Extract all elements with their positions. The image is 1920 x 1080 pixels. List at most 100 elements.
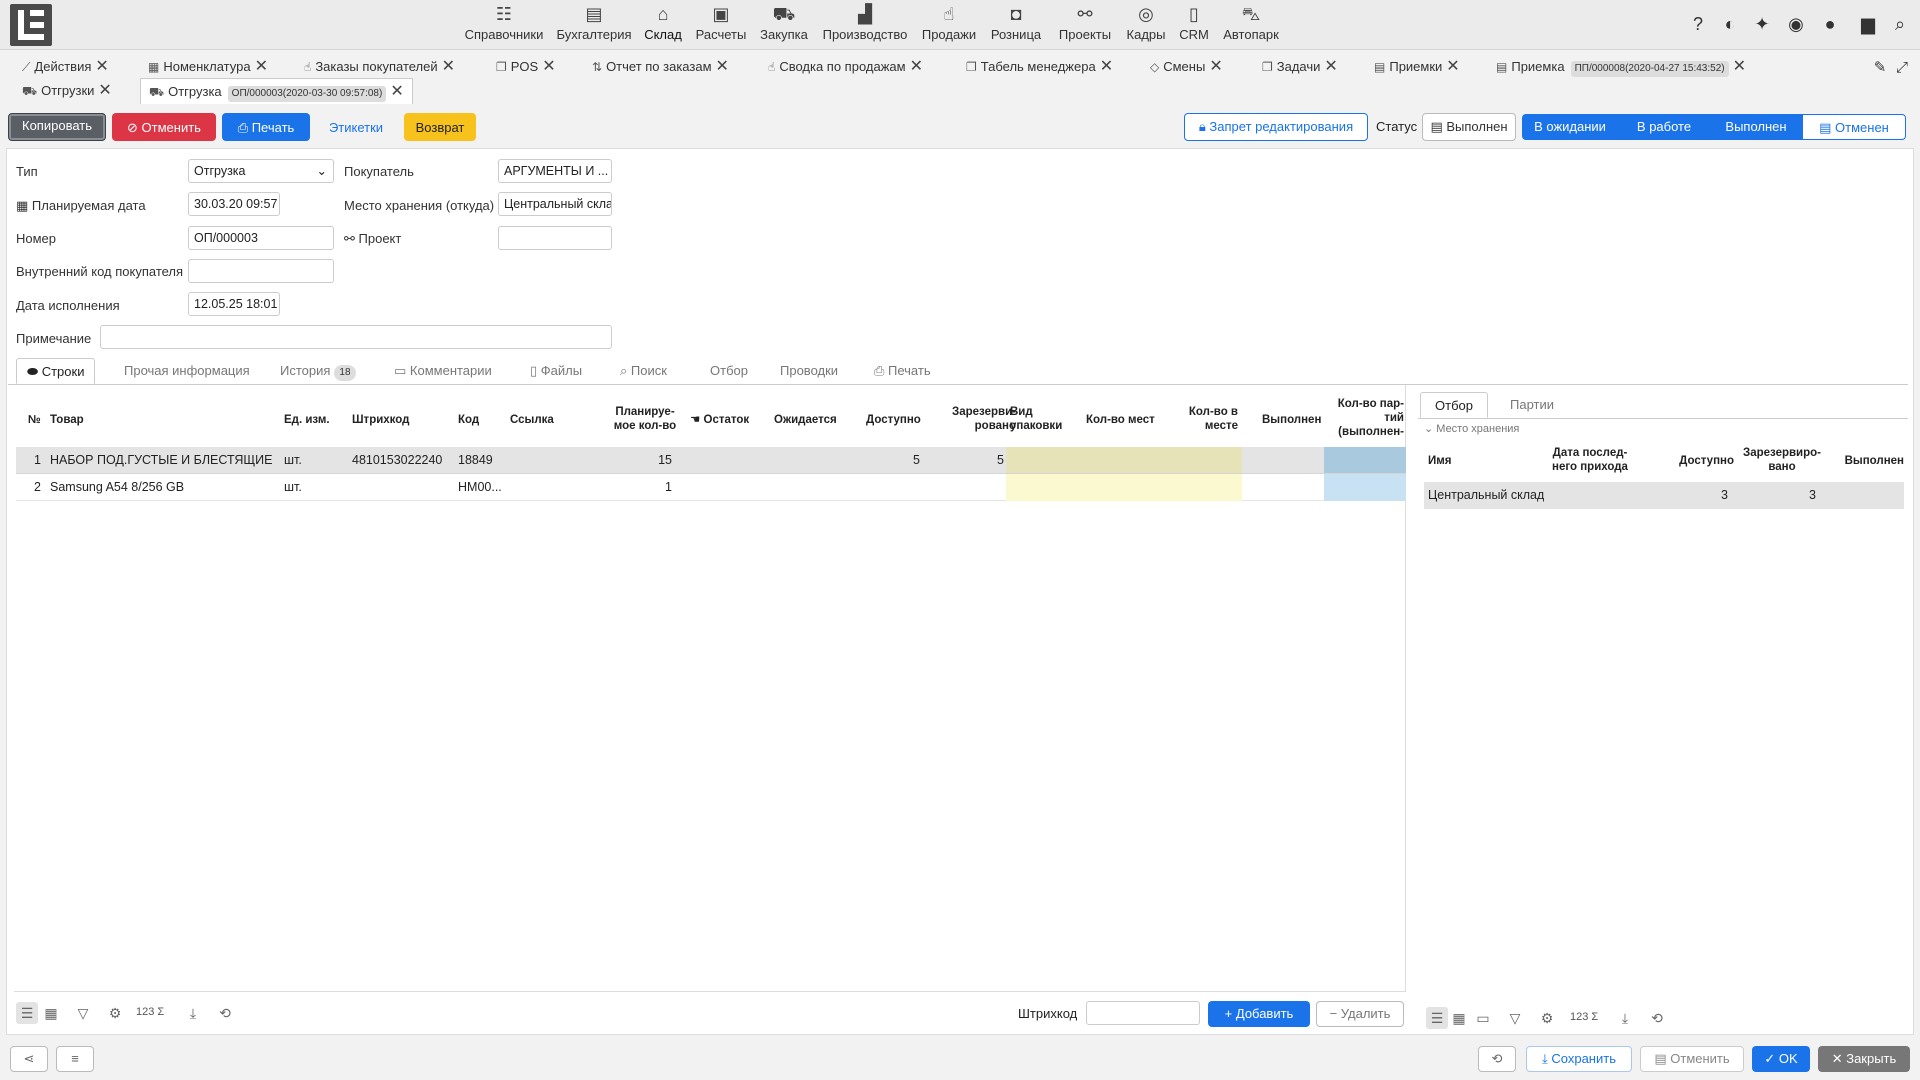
return-button[interactable]: Возврат	[404, 113, 476, 141]
pencil-icon[interactable]: ✎	[1868, 56, 1892, 80]
number-input[interactable]: ОП/000003	[188, 226, 334, 250]
sliders-icon[interactable]: ≡	[56, 1046, 94, 1072]
editable-cell[interactable]	[1006, 474, 1242, 501]
subtab-lines[interactable]: ⬬ Строки	[16, 358, 96, 384]
rtab-batches[interactable]: Партии	[1510, 392, 1554, 418]
tab-receipts[interactable]: ▤ Приемки ✕	[1374, 56, 1460, 78]
col-num[interactable]: №	[28, 413, 41, 427]
sum-icon[interactable]: 123 Σ	[136, 1006, 164, 1018]
close-icon[interactable]: ✕	[1324, 58, 1337, 75]
subtab-history[interactable]: История 18	[280, 358, 356, 384]
table-row[interactable]: 2 Samsung A54 8/256 GB шт. НМ00... 1	[16, 474, 1406, 501]
project-input[interactable]	[498, 226, 612, 250]
pin-icon[interactable]: ✦	[1750, 12, 1774, 36]
subtab-other-info[interactable]: Прочая информация	[124, 358, 250, 384]
status-step-waiting[interactable]: В ожидании	[1522, 114, 1618, 140]
subtab-search[interactable]: ⌕ Поиск	[620, 358, 667, 384]
tab-actions[interactable]: ⟋ Действия ✕	[22, 56, 109, 78]
close-icon[interactable]: ✕	[390, 83, 403, 100]
col-batches[interactable]: Кол-во пар-тий (выполнен-	[1330, 397, 1404, 439]
buyer-input[interactable]: АРГУМЕНТЫ И ...	[498, 159, 612, 183]
col-code[interactable]: Код	[458, 413, 479, 427]
search-icon[interactable]: ⌕	[1888, 12, 1912, 36]
col-expected[interactable]: Ожидается	[774, 413, 837, 427]
refresh-icon[interactable]: ⟲	[1646, 1007, 1668, 1029]
note-input[interactable]	[100, 325, 612, 349]
col-unit[interactable]: Ед. изм.	[284, 413, 330, 427]
rcol-last-receipt[interactable]: Дата послед-него прихода	[1548, 446, 1632, 474]
menu-retail[interactable]: ◘ Розница	[988, 2, 1044, 48]
subtab-comments[interactable]: ▭ Комментарии	[394, 358, 492, 384]
storage-input[interactable]: Центральный скла	[498, 192, 612, 216]
fullscreen-icon[interactable]: ⤢	[1890, 56, 1914, 80]
subtab-files[interactable]: ▯ Файлы	[530, 358, 582, 384]
menu-projects[interactable]: ⚯ Проекты	[1054, 2, 1116, 48]
filter-icon[interactable]: ▽	[72, 1002, 94, 1024]
col-reserved[interactable]: Зарезерви-ровано	[936, 405, 1016, 433]
close-icon[interactable]: ✕	[542, 58, 555, 75]
settings-icon[interactable]: ⚙	[1536, 1007, 1558, 1029]
cancel-button[interactable]: ▤ Отменить	[1640, 1046, 1744, 1072]
help-icon[interactable]: ?	[1686, 12, 1710, 36]
tab-shipments[interactable]: ⛟ Отгрузки ✕	[22, 80, 112, 102]
menu-payments[interactable]: ▣ Расчеты	[694, 2, 748, 48]
tab-pos[interactable]: ❐ POS ✕	[496, 56, 556, 78]
col-available[interactable]: Доступно	[866, 413, 921, 427]
share-icon[interactable]: ⋖	[10, 1046, 48, 1072]
batches-cell[interactable]	[1324, 474, 1406, 501]
close-icon[interactable]: ✕	[910, 58, 923, 75]
col-pack-type[interactable]: Вид упаковки	[1010, 405, 1062, 433]
tab-tasks[interactable]: ❐ Задачи ✕	[1262, 56, 1338, 78]
rcol-name[interactable]: Имя	[1428, 454, 1451, 468]
settings-icon[interactable]: ⚙	[104, 1002, 126, 1024]
tab-shipment-active[interactable]: ⛟ Отгрузка ОП/000003(2020-03-30 09:57:08) ✕	[140, 78, 413, 104]
rcol-reserved[interactable]: Зарезервиро-вано	[1736, 446, 1828, 474]
subtab-print[interactable]: ⎙ Печать	[874, 358, 931, 384]
menu-directories[interactable]: ☷ Справочники	[462, 2, 546, 48]
cancel-doc-button[interactable]: ⊘ Отменить	[112, 113, 216, 141]
tab-orders-report[interactable]: ⇅ Отчет по заказам ✕	[592, 56, 729, 78]
copy-button[interactable]: Копировать	[8, 113, 106, 141]
col-in-place[interactable]: Кол-во в месте	[1174, 405, 1238, 433]
list-view-icon[interactable]: ☰	[1426, 1007, 1448, 1029]
close-icon[interactable]: ✕	[98, 82, 111, 99]
group-storage[interactable]: ⌄ Место хранения	[1424, 422, 1519, 435]
contrast-icon[interactable]: ◐	[1718, 12, 1742, 36]
tab-nomenclature[interactable]: ▦ Номенклатура ✕	[148, 56, 268, 78]
refresh-button[interactable]: ⟲	[1478, 1046, 1516, 1072]
exec-date-input[interactable]: 12.05.25 18:01	[188, 292, 280, 316]
table-row[interactable]: Центральный склад 3 3	[1424, 482, 1904, 509]
calendar-view-icon[interactable]: ▭	[1472, 1007, 1494, 1029]
barcode-input[interactable]	[1086, 1001, 1200, 1025]
save-button[interactable]: ⤓ Сохранить	[1526, 1046, 1632, 1072]
menu-crm[interactable]: ▯ CRM	[1176, 2, 1212, 48]
list-view-icon[interactable]: ☰	[16, 1002, 38, 1024]
grid-view-icon[interactable]: ▦	[1448, 1007, 1470, 1029]
close-icon[interactable]: ✕	[1100, 58, 1113, 75]
col-places[interactable]: Кол-во мест	[1086, 413, 1155, 427]
chat-icon[interactable]: ●	[1818, 12, 1842, 36]
editable-cell[interactable]	[1006, 447, 1242, 474]
planned-date-input[interactable]: 30.03.20 09:57	[188, 192, 280, 216]
menu-purchase[interactable]: ⛟ Закупка	[758, 2, 810, 48]
filter-icon[interactable]: ▽	[1504, 1007, 1526, 1029]
close-icon[interactable]: ✕	[442, 58, 455, 75]
sum-icon[interactable]: 123 Σ	[1570, 1011, 1598, 1023]
menu-accounting[interactable]: ▤ Бухгалтерия	[556, 2, 632, 48]
close-button[interactable]: ✕ Закрыть	[1818, 1046, 1910, 1072]
rcol-done[interactable]: Выполнен	[1834, 454, 1904, 468]
subtab-postings[interactable]: Проводки	[780, 358, 838, 384]
close-icon[interactable]: ✕	[1733, 58, 1746, 75]
close-icon[interactable]: ✕	[716, 58, 729, 75]
status-step-done[interactable]: Выполнен	[1710, 114, 1802, 140]
download-icon[interactable]: ⤓	[182, 1002, 204, 1024]
labels-button[interactable]: Этикетки	[320, 113, 392, 141]
tab-shifts[interactable]: ◇ Смены ✕	[1150, 56, 1223, 78]
status-step-in-progress[interactable]: В работе	[1618, 114, 1710, 140]
internal-code-input[interactable]	[188, 259, 334, 283]
ok-button[interactable]: ✓ OK	[1752, 1046, 1810, 1072]
type-select[interactable]: Отгрузка ⌄	[188, 159, 334, 183]
print-button[interactable]: ⎙ Печать	[222, 113, 310, 141]
table-row[interactable]: 1 НАБОР ПОД.ГУСТЫЕ И БЛЕСТЯЩИЕ ... шт. 4…	[16, 447, 1406, 474]
col-link[interactable]: Ссылка	[510, 413, 554, 427]
